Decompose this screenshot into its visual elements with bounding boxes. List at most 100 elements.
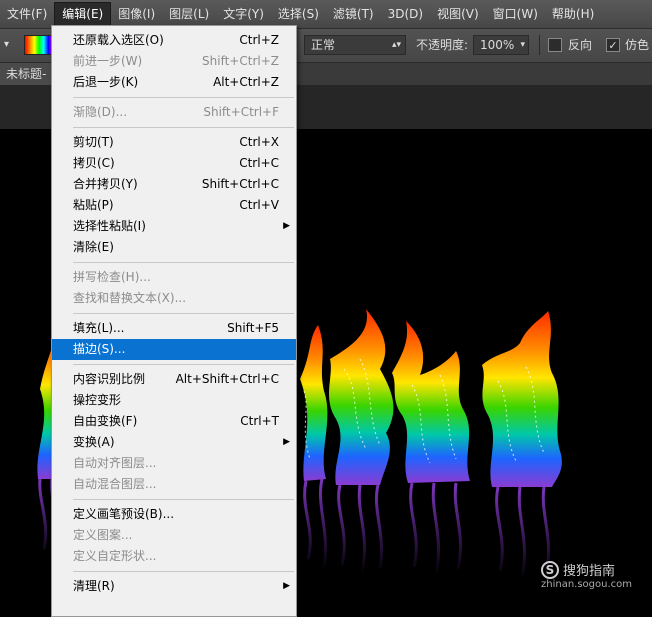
menu-item[interactable]: 图层(L) <box>162 3 216 25</box>
menu-item-label: 粘贴(P) <box>73 198 114 212</box>
menu-item-label: 前进一步(W) <box>73 54 143 68</box>
gradient-swatch[interactable] <box>24 35 54 55</box>
menu-item-label: 内容识别比例 <box>73 372 146 386</box>
menu-item[interactable]: 3D(D) <box>381 3 430 25</box>
menu-separator <box>52 309 296 318</box>
menu-item-label: 定义画笔预设(B)... <box>73 507 175 521</box>
menu-item[interactable]: 文字(Y) <box>216 3 271 25</box>
edit-menu-item[interactable]: 填充(L)... Shift+F5 <box>52 318 296 339</box>
opacity-value: 100% <box>480 38 515 52</box>
menu-item-label: 选择性粘贴(I) <box>73 219 146 233</box>
menu-item-shortcut: Ctrl+T <box>240 414 279 428</box>
edit-menu-item[interactable]: 操控变形 <box>52 390 296 411</box>
menu-item[interactable]: 视图(V) <box>430 3 486 25</box>
watermark-url: zhinan.sogou.com <box>540 579 632 590</box>
edit-menu-item[interactable]: 渐隐(D)... Shift+Ctrl+F <box>52 102 296 123</box>
menu-item-shortcut: Ctrl+C <box>239 156 279 170</box>
menu-item-label: 自由变换(F) <box>73 414 138 428</box>
edit-menu-item[interactable]: 定义自定形状... <box>52 546 296 567</box>
menu-item[interactable]: 文件(F) <box>0 3 54 25</box>
menu-item[interactable]: 窗口(W) <box>486 3 545 25</box>
document-tab-title: 未标题- <box>6 67 47 81</box>
edit-menu-item[interactable]: 前进一步(W) Shift+Ctrl+Z <box>52 51 296 72</box>
edit-menu-item[interactable]: 拷贝(C) Ctrl+C <box>52 153 296 174</box>
dither-label: 仿色 <box>625 38 650 52</box>
watermark-name: 搜狗指南 <box>562 564 615 579</box>
menu-item-label: 剪切(T) <box>73 135 114 149</box>
reverse-checkbox[interactable] <box>548 38 562 52</box>
edit-menu-item[interactable]: 合并拷贝(Y) Shift+Ctrl+C <box>52 174 296 195</box>
reverse-label: 反向 <box>568 38 593 52</box>
menu-item-label: 还原载入选区(O) <box>73 33 164 47</box>
menu-item[interactable]: 图像(I) <box>111 3 162 25</box>
flame-glyph-2 <box>328 309 394 574</box>
menu-item-label: 自动对齐图层... <box>73 456 157 470</box>
submenu-arrow-icon: ▶ <box>283 437 290 447</box>
menu-separator <box>52 123 296 132</box>
menu-item[interactable]: 帮助(H) <box>545 3 601 25</box>
edit-menu-item[interactable]: 拼写检查(H)... <box>52 267 296 288</box>
chevron-down-icon: ▾ <box>520 40 525 50</box>
submenu-arrow-icon: ▶ <box>283 221 290 231</box>
edit-menu-item[interactable]: 清除(E) <box>52 237 296 258</box>
menu-separator <box>52 258 296 267</box>
sogou-logo-icon: S <box>540 560 559 579</box>
menu-item-label: 拼写检查(H)... <box>73 270 151 284</box>
menu-item-label: 清理(R) <box>73 579 115 593</box>
edit-menu-item[interactable]: 定义图案... <box>52 525 296 546</box>
edit-menu-item[interactable]: 自由变换(F) Ctrl+T <box>52 411 296 432</box>
edit-menu-item[interactable]: 查找和替换文本(X)... <box>52 288 296 309</box>
menu-item[interactable]: 滤镜(T) <box>326 3 381 25</box>
edit-menu-item[interactable]: 粘贴(P) Ctrl+V <box>52 195 296 216</box>
menu-item-shortcut: Alt+Shift+Ctrl+C <box>175 372 279 386</box>
menu-item-label: 变换(A) <box>73 435 115 449</box>
edit-menu-item[interactable]: 变换(A) ▶ <box>52 432 296 453</box>
menu-item-shortcut: Shift+Ctrl+Z <box>202 54 279 68</box>
menu-separator <box>52 495 296 504</box>
blend-mode-value: 正常 <box>311 38 336 52</box>
document-tab[interactable]: 未标题- <box>0 63 53 85</box>
edit-menu-item[interactable]: 内容识别比例 Alt+Shift+Ctrl+C <box>52 369 296 390</box>
menu-item[interactable]: 选择(S) <box>271 3 326 25</box>
edit-menu-item[interactable]: 清理(R) ▶ <box>52 576 296 597</box>
menu-item-label: 查找和替换文本(X)... <box>73 291 187 305</box>
chevron-down-icon: ▴▾ <box>391 40 401 50</box>
menu-item-label: 定义自定形状... <box>73 549 157 563</box>
edit-menu-item[interactable]: 定义画笔预设(B)... <box>52 504 296 525</box>
edit-menu-item[interactable]: 剪切(T) Ctrl+X <box>52 132 296 153</box>
menu-item-shortcut: Ctrl+V <box>239 198 279 212</box>
edit-menu-item[interactable]: 选择性粘贴(I) ▶ <box>52 216 296 237</box>
tool-preset-picker[interactable]: ▾ <box>4 38 18 52</box>
menu-item-shortcut: Alt+Ctrl+Z <box>213 75 279 89</box>
menu-item-label: 定义图案... <box>73 528 133 542</box>
menu-separator <box>52 567 296 576</box>
menu-item[interactable]: 编辑(E) <box>54 2 112 26</box>
menu-item-shortcut: Ctrl+X <box>239 135 279 149</box>
watermark: S 搜狗指南 zhinan.sogou.com <box>540 560 632 590</box>
opacity-label: 不透明度: <box>416 38 469 52</box>
menu-item-label: 操控变形 <box>73 393 122 407</box>
menu-separator <box>52 360 296 369</box>
edit-menu-dropdown: 还原载入选区(O) Ctrl+Z 前进一步(W) Shift+Ctrl+Z 后退一步(K… <box>51 25 297 617</box>
flame-glyph-1 <box>300 325 328 570</box>
dither-checkbox[interactable]: ✓ <box>606 38 620 52</box>
edit-menu-item[interactable]: 自动对齐图层... <box>52 453 296 474</box>
submenu-arrow-icon: ▶ <box>283 581 290 591</box>
edit-menu-item[interactable]: 描边(S)... <box>52 339 296 360</box>
menu-item-label: 描边(S)... <box>73 342 126 356</box>
menu-item-label: 自动混合图层... <box>73 477 157 491</box>
menu-item-label: 后退一步(K) <box>73 75 139 89</box>
menu-item-shortcut: Shift+Ctrl+F <box>203 105 279 119</box>
edit-menu-item[interactable]: 后退一步(K) Alt+Ctrl+Z <box>52 72 296 93</box>
blend-mode-select[interactable]: 正常 ▴▾ <box>304 35 406 55</box>
menu-item-label: 填充(L)... <box>73 321 125 335</box>
menu-item-shortcut: Shift+F5 <box>227 321 279 335</box>
opacity-field[interactable]: 100% ▾ <box>473 35 529 55</box>
menu-item-label: 清除(E) <box>73 240 114 254</box>
edit-menu-item[interactable]: 自动混合图层... <box>52 474 296 495</box>
flame-glyph-4 <box>482 311 562 580</box>
menu-item-shortcut: Shift+Ctrl+C <box>201 177 279 191</box>
edit-menu-item[interactable]: 还原载入选区(O) Ctrl+Z <box>52 30 296 51</box>
menu-item-label: 拷贝(C) <box>73 156 115 170</box>
menu-item-shortcut: Ctrl+Z <box>239 33 279 47</box>
